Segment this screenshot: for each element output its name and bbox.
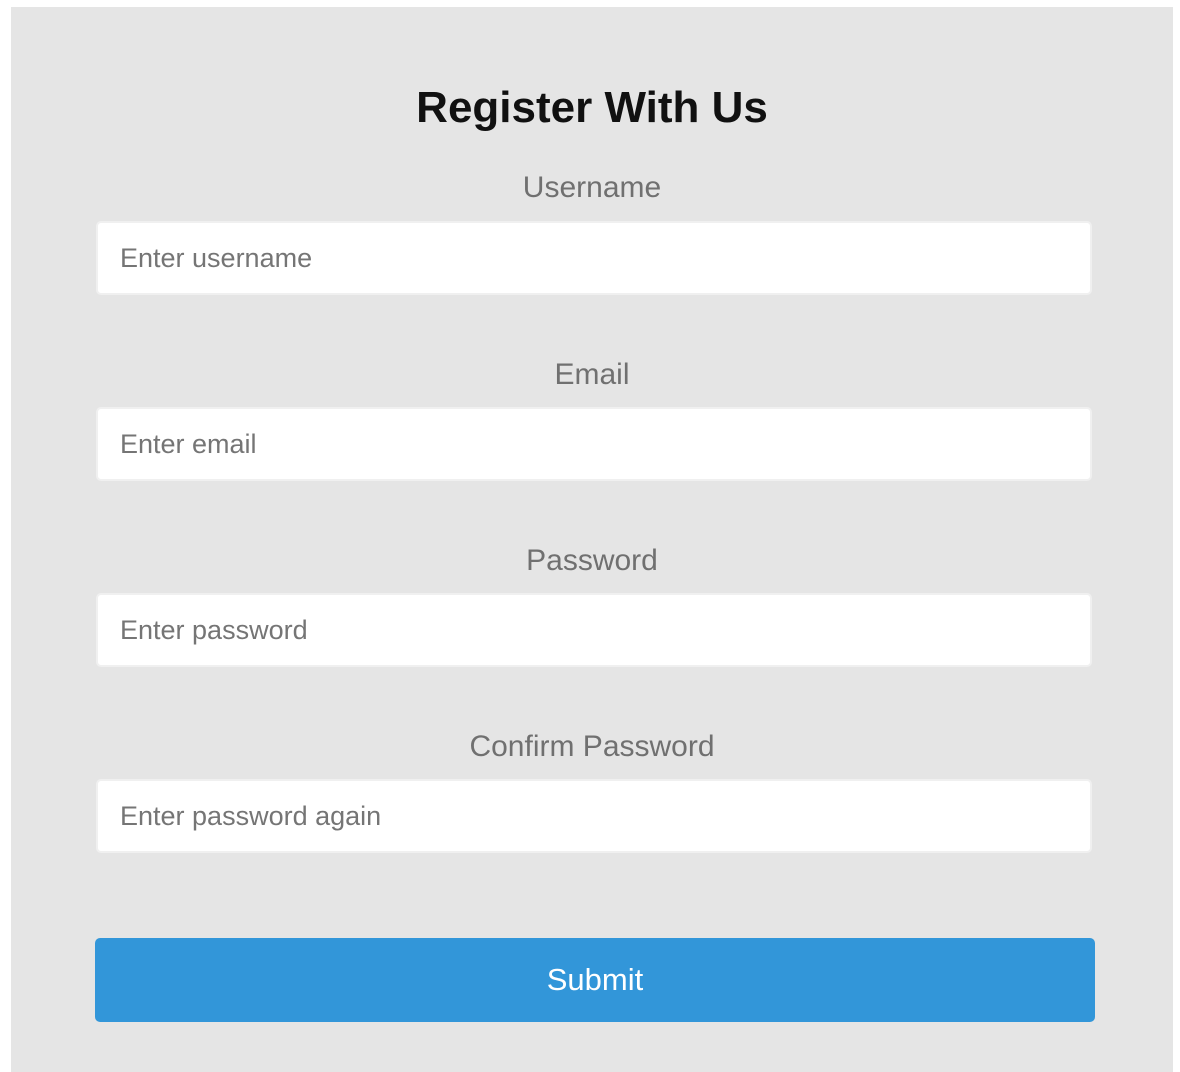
password-input[interactable]	[96, 593, 1092, 667]
password-label: Password	[526, 544, 658, 577]
email-input[interactable]	[96, 407, 1092, 481]
username-label: Username	[522, 171, 662, 204]
submit-button[interactable]: Submit	[95, 938, 1095, 1022]
confirm-password-input[interactable]	[96, 779, 1092, 853]
form-title: Register With Us	[416, 83, 768, 132]
register-form: Register With Us Username Email Password…	[11, 7, 1173, 1072]
confirm-password-label: Confirm Password	[469, 730, 715, 763]
username-input[interactable]	[96, 221, 1092, 295]
email-label: Email	[554, 358, 630, 391]
